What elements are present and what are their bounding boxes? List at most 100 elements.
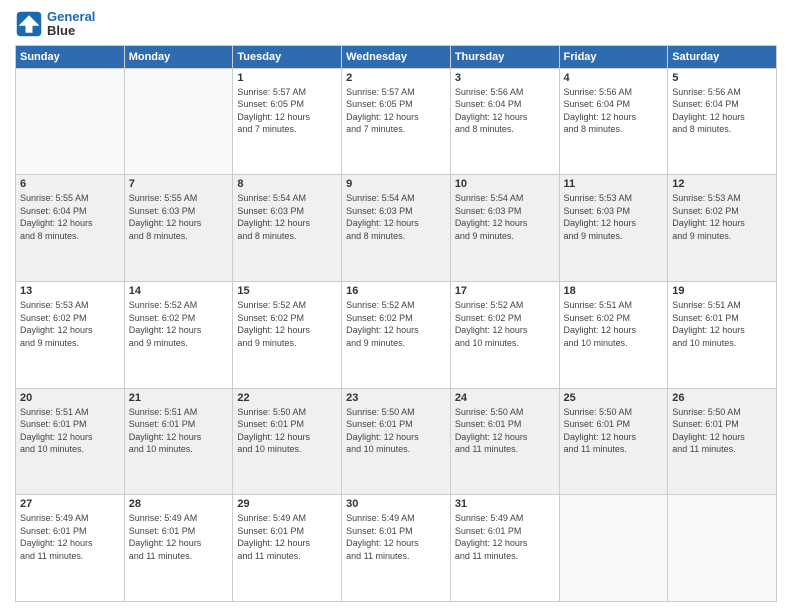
day-info: Sunrise: 5:52 AM Sunset: 6:02 PM Dayligh… xyxy=(455,299,555,349)
calendar-day-cell: 22Sunrise: 5:50 AM Sunset: 6:01 PM Dayli… xyxy=(233,388,342,495)
day-info: Sunrise: 5:49 AM Sunset: 6:01 PM Dayligh… xyxy=(346,512,446,562)
calendar-day-cell: 5Sunrise: 5:56 AM Sunset: 6:04 PM Daylig… xyxy=(668,68,777,175)
day-info: Sunrise: 5:50 AM Sunset: 6:01 PM Dayligh… xyxy=(672,406,772,456)
calendar-day-cell: 16 Sunrise: 5:52 AM Sunset: 6:02 PM Dayli… xyxy=(342,281,451,388)
day-info: Sunrise: 5:49 AM Sunset: 6:01 PM Dayligh… xyxy=(455,512,555,562)
day-number: 8 xyxy=(237,178,337,190)
day-info: Sunrise: 5:54 AM Sunset: 6:03 PM Dayligh… xyxy=(237,192,337,242)
calendar-day-cell: 29 Sunrise: 5:49 AM Sunset: 6:01 PM Dayli… xyxy=(233,495,342,602)
calendar-header-tuesday: Tuesday xyxy=(233,45,342,68)
calendar-day-cell: 6 Sunrise: 5:55 AM Sunset: 6:04 PM Daylig… xyxy=(16,175,125,282)
day-info: Sunrise: 5:57 AM Sunset: 6:05 PM Dayligh… xyxy=(237,86,337,136)
calendar-day-cell: 18 Sunrise: 5:51 AM Sunset: 6:02 PM Dayli… xyxy=(559,281,668,388)
day-number: 14 xyxy=(129,285,229,297)
calendar-week-row: 20 Sunrise: 5:51 AM Sunset: 6:01 PM Dayli… xyxy=(16,388,777,495)
calendar-day-cell: 1 Sunrise: 5:57 AM Sunset: 6:05 PM Daylig… xyxy=(233,68,342,175)
page-header: General Blue xyxy=(15,10,777,39)
day-number: 16 xyxy=(346,285,446,297)
calendar-header-thursday: Thursday xyxy=(450,45,559,68)
day-info: Sunrise: 5:50 AM Sunset: 6:01 PM Dayligh… xyxy=(455,406,555,456)
logo-icon xyxy=(15,10,43,38)
day-number: 29 xyxy=(237,498,337,510)
day-info: Sunrise: 5:50 AM Sunset: 6:01 PM Dayligh… xyxy=(237,406,337,456)
calendar-header-saturday: Saturday xyxy=(668,45,777,68)
day-info: Sunrise: 5:49 AM Sunset: 6:01 PM Dayligh… xyxy=(237,512,337,562)
day-number: 17 xyxy=(455,285,555,297)
calendar-week-row: 6 Sunrise: 5:55 AM Sunset: 6:04 PM Daylig… xyxy=(16,175,777,282)
day-number: 10 xyxy=(455,178,555,190)
day-number: 3 xyxy=(455,72,555,84)
calendar-header-sunday: Sunday xyxy=(16,45,125,68)
logo-text: General Blue xyxy=(47,10,95,39)
day-number: 27 xyxy=(20,498,120,510)
day-number: 1 xyxy=(237,72,337,84)
calendar-table: SundayMondayTuesdayWednesdayThursdayFrid… xyxy=(15,45,777,602)
calendar-day-cell: 9 Sunrise: 5:54 AM Sunset: 6:03 PM Daylig… xyxy=(342,175,451,282)
calendar-header-wednesday: Wednesday xyxy=(342,45,451,68)
calendar-day-cell xyxy=(124,68,233,175)
calendar-week-row: 13Sunrise: 5:53 AM Sunset: 6:02 PM Dayli… xyxy=(16,281,777,388)
day-number: 11 xyxy=(564,178,664,190)
day-info: Sunrise: 5:55 AM Sunset: 6:03 PM Dayligh… xyxy=(129,192,229,242)
day-number: 21 xyxy=(129,392,229,404)
calendar-day-cell: 19 Sunrise: 5:51 AM Sunset: 6:01 PM Dayli… xyxy=(668,281,777,388)
day-info: Sunrise: 5:53 AM Sunset: 6:02 PM Dayligh… xyxy=(672,192,772,242)
day-info: Sunrise: 5:55 AM Sunset: 6:04 PM Dayligh… xyxy=(20,192,120,242)
day-number: 20 xyxy=(20,392,120,404)
calendar-week-row: 27 Sunrise: 5:49 AM Sunset: 6:01 PM Dayli… xyxy=(16,495,777,602)
calendar-header-row: SundayMondayTuesdayWednesdayThursdayFrid… xyxy=(16,45,777,68)
day-info: Sunrise: 5:50 AM Sunset: 6:01 PM Dayligh… xyxy=(564,406,664,456)
calendar-day-cell: 24 Sunrise: 5:50 AM Sunset: 6:01 PM Dayli… xyxy=(450,388,559,495)
calendar-day-cell: 4Sunrise: 5:56 AM Sunset: 6:04 PM Daylig… xyxy=(559,68,668,175)
day-info: Sunrise: 5:54 AM Sunset: 6:03 PM Dayligh… xyxy=(455,192,555,242)
day-info: Sunrise: 5:53 AM Sunset: 6:03 PM Dayligh… xyxy=(564,192,664,242)
calendar-header-monday: Monday xyxy=(124,45,233,68)
day-number: 6 xyxy=(20,178,120,190)
calendar-day-cell: 27 Sunrise: 5:49 AM Sunset: 6:01 PM Dayli… xyxy=(16,495,125,602)
day-number: 13 xyxy=(20,285,120,297)
day-info: Sunrise: 5:56 AM Sunset: 6:04 PM Dayligh… xyxy=(672,86,772,136)
calendar-day-cell: 15 Sunrise: 5:52 AM Sunset: 6:02 PM Dayli… xyxy=(233,281,342,388)
day-info: Sunrise: 5:52 AM Sunset: 6:02 PM Dayligh… xyxy=(129,299,229,349)
day-info: Sunrise: 5:50 AM Sunset: 6:01 PM Dayligh… xyxy=(346,406,446,456)
logo: General Blue xyxy=(15,10,95,39)
day-info: Sunrise: 5:51 AM Sunset: 6:01 PM Dayligh… xyxy=(672,299,772,349)
day-number: 31 xyxy=(455,498,555,510)
calendar-day-cell: 13Sunrise: 5:53 AM Sunset: 6:02 PM Dayli… xyxy=(16,281,125,388)
day-info: Sunrise: 5:56 AM Sunset: 6:04 PM Dayligh… xyxy=(455,86,555,136)
day-info: Sunrise: 5:51 AM Sunset: 6:01 PM Dayligh… xyxy=(20,406,120,456)
calendar-page: General Blue SundayMondayTuesdayWednesda… xyxy=(0,0,792,612)
calendar-day-cell: 11 Sunrise: 5:53 AM Sunset: 6:03 PM Dayli… xyxy=(559,175,668,282)
calendar-day-cell xyxy=(559,495,668,602)
day-number: 24 xyxy=(455,392,555,404)
calendar-day-cell: 7 Sunrise: 5:55 AM Sunset: 6:03 PM Daylig… xyxy=(124,175,233,282)
day-number: 23 xyxy=(346,392,446,404)
day-info: Sunrise: 5:49 AM Sunset: 6:01 PM Dayligh… xyxy=(20,512,120,562)
day-info: Sunrise: 5:54 AM Sunset: 6:03 PM Dayligh… xyxy=(346,192,446,242)
calendar-day-cell: 17 Sunrise: 5:52 AM Sunset: 6:02 PM Dayli… xyxy=(450,281,559,388)
calendar-day-cell: 21 Sunrise: 5:51 AM Sunset: 6:01 PM Dayli… xyxy=(124,388,233,495)
day-number: 15 xyxy=(237,285,337,297)
calendar-day-cell: 3 Sunrise: 5:56 AM Sunset: 6:04 PM Daylig… xyxy=(450,68,559,175)
day-number: 25 xyxy=(564,392,664,404)
day-info: Sunrise: 5:52 AM Sunset: 6:02 PM Dayligh… xyxy=(346,299,446,349)
calendar-day-cell: 20 Sunrise: 5:51 AM Sunset: 6:01 PM Dayli… xyxy=(16,388,125,495)
calendar-day-cell: 12Sunrise: 5:53 AM Sunset: 6:02 PM Dayli… xyxy=(668,175,777,282)
day-info: Sunrise: 5:52 AM Sunset: 6:02 PM Dayligh… xyxy=(237,299,337,349)
calendar-week-row: 1 Sunrise: 5:57 AM Sunset: 6:05 PM Daylig… xyxy=(16,68,777,175)
day-number: 4 xyxy=(564,72,664,84)
day-info: Sunrise: 5:49 AM Sunset: 6:01 PM Dayligh… xyxy=(129,512,229,562)
day-number: 26 xyxy=(672,392,772,404)
day-number: 18 xyxy=(564,285,664,297)
day-number: 7 xyxy=(129,178,229,190)
day-number: 30 xyxy=(346,498,446,510)
calendar-day-cell: 30 Sunrise: 5:49 AM Sunset: 6:01 PM Dayli… xyxy=(342,495,451,602)
day-info: Sunrise: 5:51 AM Sunset: 6:02 PM Dayligh… xyxy=(564,299,664,349)
day-number: 19 xyxy=(672,285,772,297)
day-info: Sunrise: 5:51 AM Sunset: 6:01 PM Dayligh… xyxy=(129,406,229,456)
day-number: 9 xyxy=(346,178,446,190)
calendar-day-cell: 25 Sunrise: 5:50 AM Sunset: 6:01 PM Dayli… xyxy=(559,388,668,495)
calendar-day-cell: 23 Sunrise: 5:50 AM Sunset: 6:01 PM Dayli… xyxy=(342,388,451,495)
calendar-day-cell: 28 Sunrise: 5:49 AM Sunset: 6:01 PM Dayli… xyxy=(124,495,233,602)
day-number: 28 xyxy=(129,498,229,510)
